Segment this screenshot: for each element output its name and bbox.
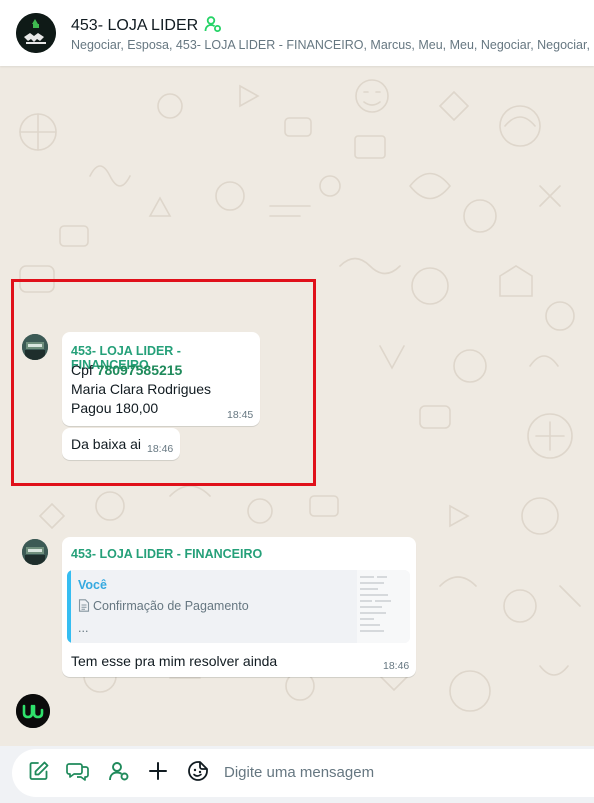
store-photo-icon: [22, 539, 48, 565]
sender-avatar[interactable]: [22, 334, 48, 360]
message-time: 18:46: [147, 443, 174, 455]
message-input[interactable]: [224, 759, 584, 785]
document-thumbnail: [357, 570, 410, 643]
sender-name[interactable]: 453- LOJA LIDER - FINANCEIRO: [71, 547, 262, 561]
message-text: Tem esse pra mim resolver ainda: [71, 653, 278, 669]
cpf-label: Cpf: [71, 362, 93, 378]
brand-logo-icon: [16, 694, 50, 728]
sticker-icon[interactable]: [186, 759, 210, 783]
quote-ellipsis: ...: [78, 621, 89, 635]
document-icon: [78, 599, 90, 612]
brand-avatar[interactable]: [16, 694, 50, 728]
contact-icon[interactable]: [107, 759, 131, 783]
plus-icon[interactable]: [146, 759, 170, 783]
store-photo-icon: [22, 334, 48, 360]
community-contact-icon: [204, 15, 222, 38]
page-title[interactable]: 453- LOJA LIDER: [71, 15, 222, 38]
message-bubble[interactable]: 453- LOJA LIDER - FINANCEIRO Cpf 7809758…: [62, 332, 260, 426]
message-bubble[interactable]: 453- LOJA LIDER - FINANCEIRO Você Confir…: [62, 537, 416, 677]
message-bubble[interactable]: Da baixa ai 18:46: [62, 428, 180, 460]
quote-accent-bar: [67, 570, 71, 643]
composer-box[interactable]: [12, 749, 594, 797]
message-time: 18:46: [383, 660, 410, 672]
quote-document: Confirmação de Pagamento: [78, 599, 249, 613]
pencil-square-icon[interactable]: [27, 759, 51, 783]
chat-header[interactable]: 453- LOJA LIDER Negociar, Esposa, 453- L…: [0, 0, 594, 66]
chat-bubbles-icon[interactable]: [66, 759, 90, 783]
composer-footer: [0, 746, 594, 803]
message-cpf-line: Cpf 78097585215: [71, 361, 182, 380]
message-text: Da baixa ai: [71, 436, 142, 452]
quoted-message[interactable]: Você Confirmação de Pagamento ...: [67, 570, 410, 643]
message-text: Pagou 180,00: [71, 400, 159, 416]
quote-text: Confirmação de Pagamento: [93, 599, 249, 613]
message-time: 18:45: [227, 409, 254, 421]
group-title-text: 453- LOJA LIDER: [71, 17, 199, 34]
quote-author: Você: [78, 578, 107, 592]
group-avatar[interactable]: [16, 13, 56, 53]
chat-area[interactable]: 453- LOJA LIDER - FINANCEIRO Cpf 7809758…: [0, 66, 594, 746]
sender-avatar[interactable]: [22, 539, 48, 565]
message-text: Maria Clara Rodrigues: [71, 381, 212, 397]
handshake-logo-icon: [16, 13, 56, 53]
document-thumbnail-icon: [360, 576, 391, 632]
cpf-number[interactable]: 78097585215: [97, 362, 183, 378]
group-members-list: Negociar, Esposa, 453- LOJA LIDER - FINA…: [71, 38, 594, 52]
